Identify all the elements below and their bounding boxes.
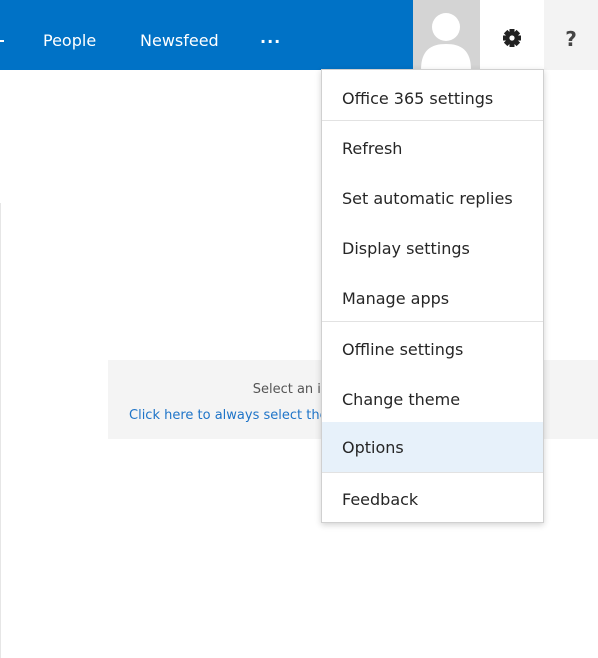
menu-item-label: Change theme: [342, 390, 461, 409]
nav-more-button[interactable]: ...: [260, 0, 281, 70]
pane-divider: [0, 203, 1, 658]
menu-item-set-automatic-replies[interactable]: Set automatic replies: [322, 173, 543, 222]
avatar[interactable]: [413, 0, 480, 70]
menu-item-label: Feedback: [342, 490, 419, 509]
menu-item-manage-apps[interactable]: Manage apps: [322, 273, 543, 322]
menu-item-office-365-settings[interactable]: Office 365 settings: [322, 73, 543, 122]
settings-menu: Office 365 settings Refresh Set automati…: [321, 69, 544, 523]
app-launcher-edge[interactable]: [0, 40, 4, 42]
menu-item-label: Set automatic replies: [342, 189, 513, 208]
nav-people[interactable]: People: [43, 0, 96, 70]
menu-item-change-theme[interactable]: Change theme: [322, 374, 543, 423]
top-navigation-bar: People Newsfeed ... ?: [0, 0, 598, 70]
menu-item-options[interactable]: Options: [322, 422, 543, 472]
help-button[interactable]: ?: [544, 0, 598, 70]
outlook-web-app: Select an item to read Click here to alw…: [0, 0, 598, 658]
menu-item-label: Display settings: [342, 239, 470, 258]
menu-item-label: Options: [342, 438, 404, 457]
menu-item-feedback[interactable]: Feedback: [322, 474, 543, 522]
menu-divider: [322, 472, 543, 473]
menu-item-display-settings[interactable]: Display settings: [322, 223, 543, 272]
gear-icon: [503, 29, 521, 47]
menu-item-label: Refresh: [342, 139, 403, 158]
question-mark-icon: ?: [565, 27, 577, 51]
menu-item-offline-settings[interactable]: Offline settings: [322, 324, 543, 373]
menu-item-label: Manage apps: [342, 289, 450, 308]
menu-item-refresh[interactable]: Refresh: [322, 123, 543, 172]
menu-item-label: Offline settings: [342, 340, 464, 359]
settings-button[interactable]: [480, 0, 544, 70]
menu-divider: [322, 321, 543, 322]
menu-item-label: Office 365 settings: [342, 89, 494, 108]
nav-newsfeed[interactable]: Newsfeed: [140, 0, 219, 70]
menu-divider: [322, 120, 543, 121]
user-silhouette-icon: [413, 0, 480, 70]
